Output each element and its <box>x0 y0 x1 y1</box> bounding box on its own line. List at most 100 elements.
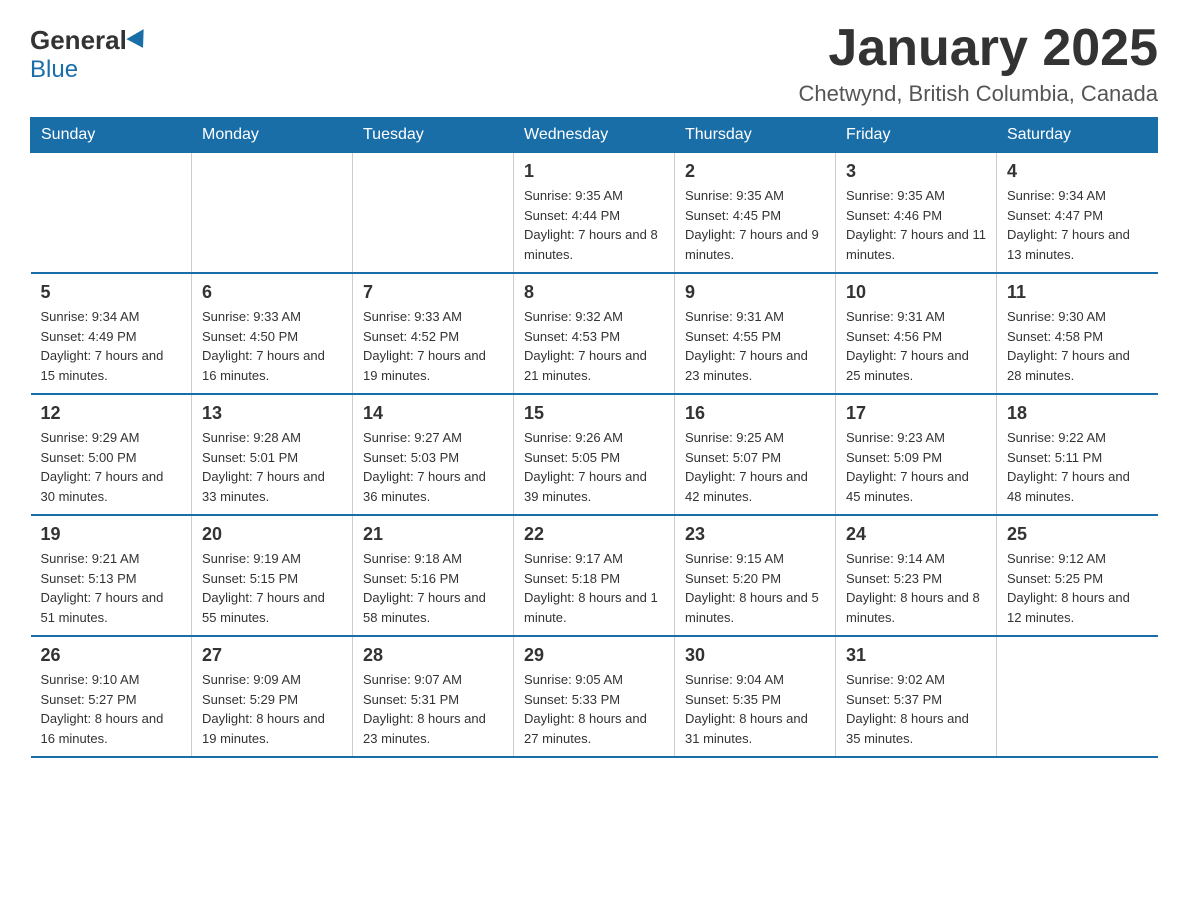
calendar-day-cell: 9 Sunrise: 9:31 AM Sunset: 4:55 PM Daylig… <box>675 273 836 394</box>
calendar-day-cell: 2Sunrise: 9:35 AM Sunset: 4:45 PM Daylig… <box>675 153 836 274</box>
day-number: 31 <box>846 645 986 666</box>
calendar-subtitle: Chetwynd, British Columbia, Canada <box>798 81 1158 107</box>
calendar-day-cell: 14 Sunrise: 9:27 AM Sunset: 5:03 PM Dayli… <box>353 394 514 515</box>
calendar-day-cell: 12 Sunrise: 9:29 AM Sunset: 5:00 PM Dayli… <box>31 394 192 515</box>
day-info: Sunrise: 9:21 AM Sunset: 5:13 PM Dayligh… <box>41 549 182 627</box>
calendar-header-row: SundayMondayTuesdayWednesdayThursdayFrid… <box>31 118 1158 153</box>
day-number: 30 <box>685 645 825 666</box>
day-info: Sunrise: 9:30 AM Sunset: 4:58 PM Dayligh… <box>1007 307 1148 385</box>
day-info: Sunrise: 9:34 AM Sunset: 4:49 PM Dayligh… <box>41 307 182 385</box>
day-info: Sunrise: 9:33 AM Sunset: 4:52 PM Dayligh… <box>363 307 503 385</box>
calendar-day-cell: 31 Sunrise: 9:02 AM Sunset: 5:37 PM Dayli… <box>836 636 997 757</box>
title-area: January 2025 Chetwynd, British Columbia,… <box>798 20 1158 107</box>
calendar-day-cell <box>192 153 353 274</box>
calendar-day-cell: 10 Sunrise: 9:31 AM Sunset: 4:56 PM Dayli… <box>836 273 997 394</box>
day-number: 27 <box>202 645 342 666</box>
day-info: Sunrise: 9:10 AM Sunset: 5:27 PM Dayligh… <box>41 670 182 748</box>
day-info: Sunrise: 9:05 AM Sunset: 5:33 PM Dayligh… <box>524 670 664 748</box>
day-number: 13 <box>202 403 342 424</box>
day-of-week-header: Monday <box>192 118 353 153</box>
calendar-day-cell: 24Sunrise: 9:14 AM Sunset: 5:23 PM Dayli… <box>836 515 997 636</box>
day-info: Sunrise: 9:17 AM Sunset: 5:18 PM Dayligh… <box>524 549 664 627</box>
calendar-day-cell: 1 Sunrise: 9:35 AM Sunset: 4:44 PM Daylig… <box>514 153 675 274</box>
calendar-day-cell: 16 Sunrise: 9:25 AM Sunset: 5:07 PM Dayli… <box>675 394 836 515</box>
calendar-day-cell: 17 Sunrise: 9:23 AM Sunset: 5:09 PM Dayli… <box>836 394 997 515</box>
calendar-day-cell: 13 Sunrise: 9:28 AM Sunset: 5:01 PM Dayli… <box>192 394 353 515</box>
day-number: 20 <box>202 524 342 545</box>
logo-general-text: General <box>30 25 127 56</box>
day-number: 28 <box>363 645 503 666</box>
day-of-week-header: Friday <box>836 118 997 153</box>
day-of-week-header: Thursday <box>675 118 836 153</box>
day-number: 23 <box>685 524 825 545</box>
calendar-day-cell <box>353 153 514 274</box>
day-number: 14 <box>363 403 503 424</box>
calendar-week-row: 5 Sunrise: 9:34 AM Sunset: 4:49 PM Daylig… <box>31 273 1158 394</box>
day-info: Sunrise: 9:31 AM Sunset: 4:56 PM Dayligh… <box>846 307 986 385</box>
calendar-day-cell: 11 Sunrise: 9:30 AM Sunset: 4:58 PM Dayli… <box>997 273 1158 394</box>
day-info: Sunrise: 9:23 AM Sunset: 5:09 PM Dayligh… <box>846 428 986 506</box>
calendar-day-cell: 15 Sunrise: 9:26 AM Sunset: 5:05 PM Dayli… <box>514 394 675 515</box>
day-of-week-header: Wednesday <box>514 118 675 153</box>
logo: General Blue <box>30 20 151 84</box>
day-info: Sunrise: 9:29 AM Sunset: 5:00 PM Dayligh… <box>41 428 182 506</box>
day-number: 19 <box>41 524 182 545</box>
day-info: Sunrise: 9:02 AM Sunset: 5:37 PM Dayligh… <box>846 670 986 748</box>
page-header: General Blue January 2025 Chetwynd, Brit… <box>30 20 1158 107</box>
logo-blue-text: Blue <box>30 56 78 84</box>
day-number: 16 <box>685 403 825 424</box>
calendar-day-cell: 5 Sunrise: 9:34 AM Sunset: 4:49 PM Daylig… <box>31 273 192 394</box>
day-number: 22 <box>524 524 664 545</box>
calendar-day-cell: 3Sunrise: 9:35 AM Sunset: 4:46 PM Daylig… <box>836 153 997 274</box>
day-info: Sunrise: 9:31 AM Sunset: 4:55 PM Dayligh… <box>685 307 825 385</box>
day-number: 11 <box>1007 282 1148 303</box>
day-info: Sunrise: 9:25 AM Sunset: 5:07 PM Dayligh… <box>685 428 825 506</box>
calendar-day-cell: 18Sunrise: 9:22 AM Sunset: 5:11 PM Dayli… <box>997 394 1158 515</box>
calendar-day-cell: 27 Sunrise: 9:09 AM Sunset: 5:29 PM Dayli… <box>192 636 353 757</box>
day-number: 2 <box>685 161 825 182</box>
day-number: 4 <box>1007 161 1148 182</box>
day-info: Sunrise: 9:35 AM Sunset: 4:44 PM Dayligh… <box>524 186 664 264</box>
calendar-day-cell: 30Sunrise: 9:04 AM Sunset: 5:35 PM Dayli… <box>675 636 836 757</box>
calendar-day-cell <box>31 153 192 274</box>
calendar-day-cell: 4Sunrise: 9:34 AM Sunset: 4:47 PM Daylig… <box>997 153 1158 274</box>
calendar-week-row: 1 Sunrise: 9:35 AM Sunset: 4:44 PM Daylig… <box>31 153 1158 274</box>
calendar-day-cell: 26 Sunrise: 9:10 AM Sunset: 5:27 PM Dayli… <box>31 636 192 757</box>
day-info: Sunrise: 9:27 AM Sunset: 5:03 PM Dayligh… <box>363 428 503 506</box>
calendar-day-cell: 6Sunrise: 9:33 AM Sunset: 4:50 PM Daylig… <box>192 273 353 394</box>
day-info: Sunrise: 9:09 AM Sunset: 5:29 PM Dayligh… <box>202 670 342 748</box>
logo-arrow-icon <box>126 29 151 53</box>
day-info: Sunrise: 9:07 AM Sunset: 5:31 PM Dayligh… <box>363 670 503 748</box>
day-info: Sunrise: 9:15 AM Sunset: 5:20 PM Dayligh… <box>685 549 825 627</box>
calendar-week-row: 19 Sunrise: 9:21 AM Sunset: 5:13 PM Dayli… <box>31 515 1158 636</box>
calendar-day-cell: 28 Sunrise: 9:07 AM Sunset: 5:31 PM Dayli… <box>353 636 514 757</box>
day-of-week-header: Saturday <box>997 118 1158 153</box>
day-info: Sunrise: 9:22 AM Sunset: 5:11 PM Dayligh… <box>1007 428 1148 506</box>
day-number: 12 <box>41 403 182 424</box>
day-number: 1 <box>524 161 664 182</box>
calendar-day-cell: 19 Sunrise: 9:21 AM Sunset: 5:13 PM Dayli… <box>31 515 192 636</box>
day-number: 10 <box>846 282 986 303</box>
day-number: 26 <box>41 645 182 666</box>
day-number: 17 <box>846 403 986 424</box>
calendar-title: January 2025 <box>798 20 1158 77</box>
day-number: 25 <box>1007 524 1148 545</box>
day-number: 5 <box>41 282 182 303</box>
day-number: 8 <box>524 282 664 303</box>
day-info: Sunrise: 9:18 AM Sunset: 5:16 PM Dayligh… <box>363 549 503 627</box>
calendar-table: SundayMondayTuesdayWednesdayThursdayFrid… <box>30 117 1158 758</box>
day-number: 7 <box>363 282 503 303</box>
calendar-day-cell: 7 Sunrise: 9:33 AM Sunset: 4:52 PM Daylig… <box>353 273 514 394</box>
day-of-week-header: Tuesday <box>353 118 514 153</box>
day-info: Sunrise: 9:33 AM Sunset: 4:50 PM Dayligh… <box>202 307 342 385</box>
day-number: 9 <box>685 282 825 303</box>
calendar-day-cell: 20Sunrise: 9:19 AM Sunset: 5:15 PM Dayli… <box>192 515 353 636</box>
day-number: 29 <box>524 645 664 666</box>
day-info: Sunrise: 9:28 AM Sunset: 5:01 PM Dayligh… <box>202 428 342 506</box>
calendar-day-cell: 22 Sunrise: 9:17 AM Sunset: 5:18 PM Dayli… <box>514 515 675 636</box>
day-info: Sunrise: 9:32 AM Sunset: 4:53 PM Dayligh… <box>524 307 664 385</box>
day-info: Sunrise: 9:35 AM Sunset: 4:46 PM Dayligh… <box>846 186 986 264</box>
day-info: Sunrise: 9:26 AM Sunset: 5:05 PM Dayligh… <box>524 428 664 506</box>
day-number: 15 <box>524 403 664 424</box>
calendar-day-cell: 25Sunrise: 9:12 AM Sunset: 5:25 PM Dayli… <box>997 515 1158 636</box>
